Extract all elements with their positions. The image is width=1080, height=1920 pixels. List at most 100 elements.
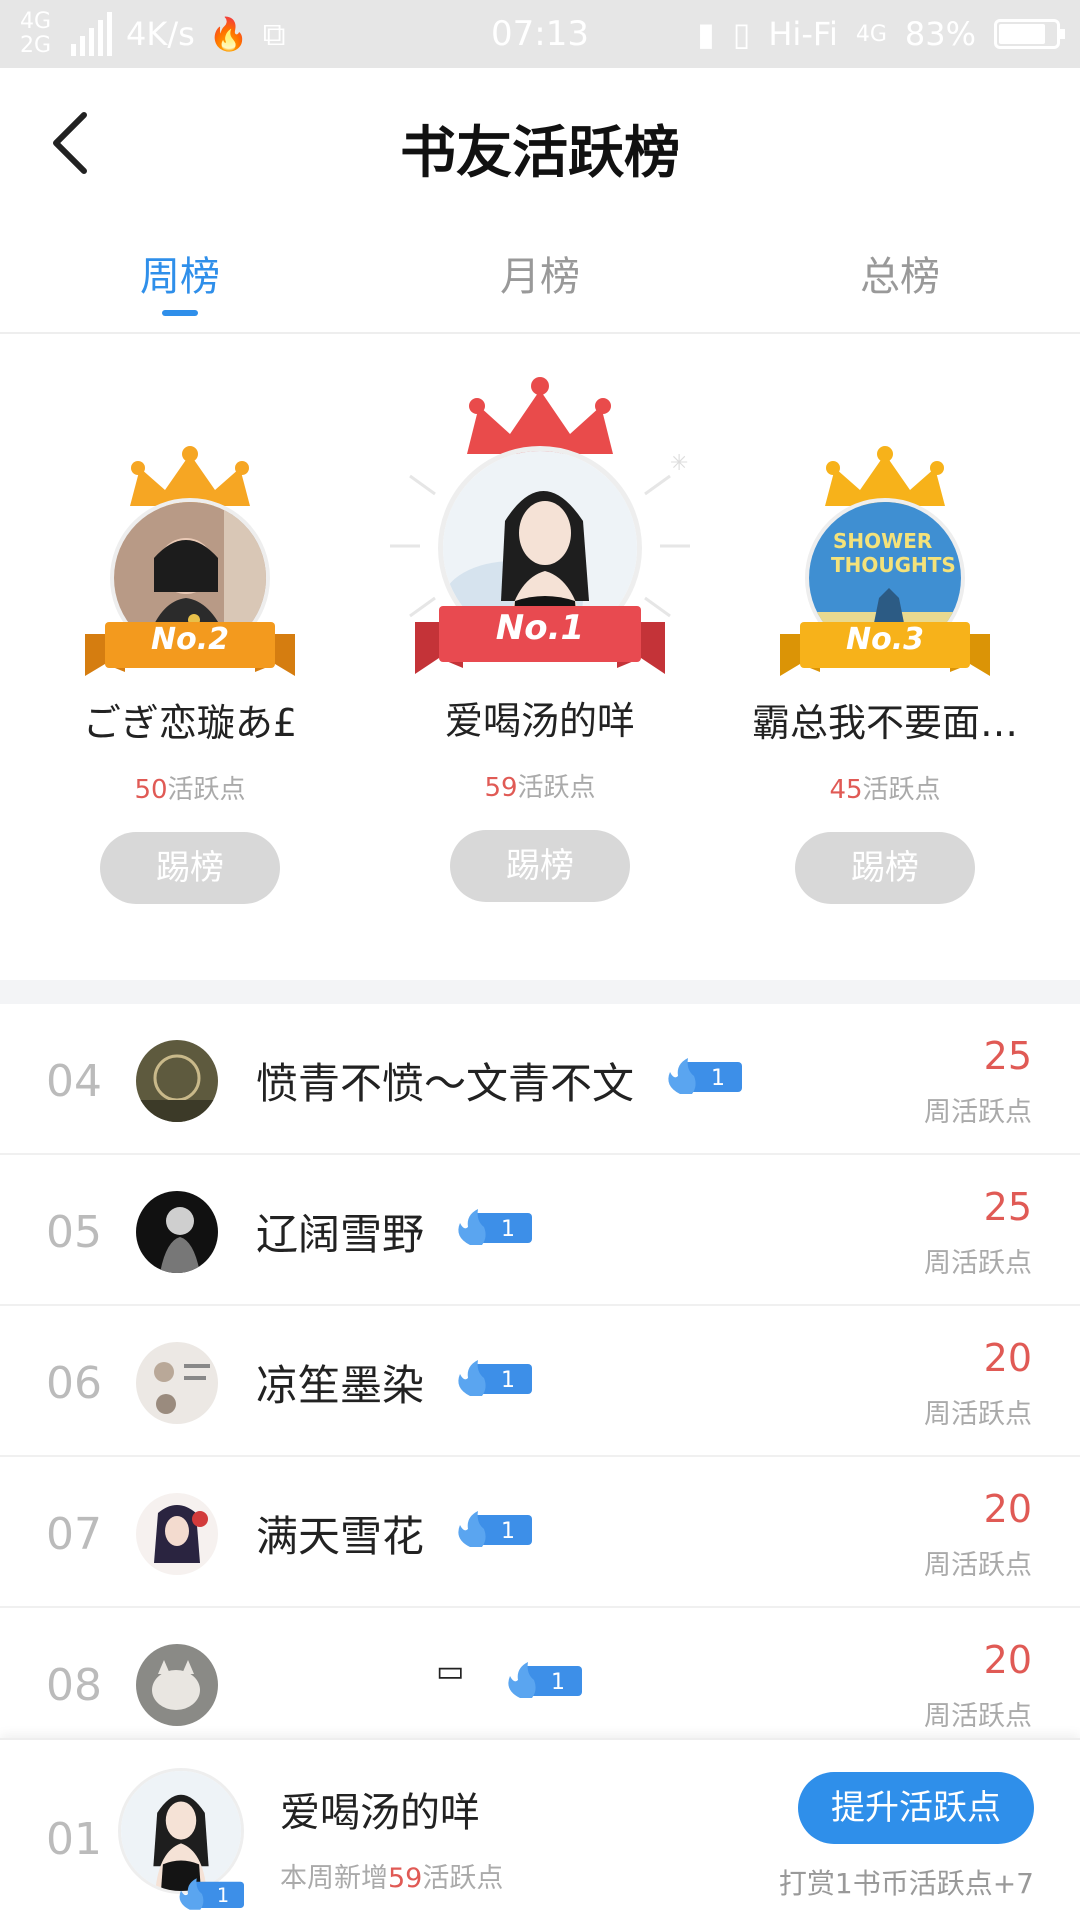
podium-name: ごぎ恋璇あ£ — [82, 701, 298, 745]
list-item[interactable]: 07 满天雪花 1 20 周活跃点 — [0, 1457, 1080, 1608]
charging-icon: ▮ — [697, 15, 715, 53]
list-item[interactable]: 05 辽阔雪野 1 25 周活跃点 — [0, 1155, 1080, 1306]
signal-icon — [71, 12, 113, 56]
avatar-frame: No.2 — [40, 446, 340, 686]
rank-label: No.1 — [495, 608, 585, 648]
network-type: 4G 2G — [20, 10, 51, 58]
svg-text:1: 1 — [501, 1217, 515, 1242]
list-item[interactable]: 08 ▭ 1 20 周活跃点 — [0, 1608, 1080, 1759]
fire-level-badge-icon: 1 — [508, 1662, 582, 1698]
user-name: 辽阔雪野 — [256, 1210, 425, 1259]
podium-name: 爱喝汤的咩 — [444, 699, 635, 743]
score-value: 25 — [983, 1185, 1032, 1229]
avatar[interactable] — [136, 1493, 218, 1575]
user-name: 愤青不愤～文青不文 — [256, 1059, 635, 1108]
svg-text:THOUGHTS: THOUGHTS — [831, 553, 956, 577]
flame-status-icon: 🔥 — [208, 15, 249, 53]
screen: 4G 2G 4K/s 🔥 ⧉ 07:13 ▮ ▯ Hi-Fi 4G 83% 书友… — [0, 0, 1080, 1920]
avatar-frame: SHOWER THOUGHTS No.3 — [720, 446, 1050, 686]
kick-button[interactable]: 踢榜 — [450, 830, 630, 902]
svg-text:1: 1 — [501, 1368, 515, 1393]
avatar[interactable] — [136, 1191, 218, 1273]
score-unit: 活跃点 — [517, 773, 596, 803]
score-unit: 活跃点 — [862, 775, 941, 805]
tab-monthly[interactable]: 月榜 — [360, 218, 720, 332]
score-unit: 周活跃点 — [924, 1550, 1032, 1581]
user-name: ▭ — [436, 1654, 465, 1689]
ranking-list: 04 愤青不愤～文青不文 1 25 周活跃点 05 辽阔雪野 1 25 周活跃点… — [0, 1004, 1080, 1759]
avatar-image — [136, 1191, 218, 1273]
fire-level-badge-icon: 1 — [458, 1360, 532, 1396]
user-name: 满天雪花 — [256, 1512, 425, 1561]
score-value: 59 — [484, 773, 518, 803]
kick-button[interactable]: 踢榜 — [100, 832, 280, 904]
weekly-suffix: 活跃点 — [422, 1863, 504, 1894]
score-unit: 周活跃点 — [924, 1701, 1032, 1732]
net-speed: 4K/s — [126, 15, 195, 53]
svg-text:SHOWER: SHOWER — [833, 529, 932, 553]
tab-weekly[interactable]: 周榜 — [0, 218, 360, 332]
avatar-image — [136, 1342, 218, 1424]
fire-level-badge-icon: 1 — [668, 1058, 742, 1094]
avatar-image — [136, 1644, 218, 1726]
header: 书友活跃榜 — [0, 68, 1080, 218]
tab-indicator — [162, 310, 198, 316]
rank-number: 07 — [46, 1509, 102, 1560]
score-value: 20 — [983, 1336, 1032, 1380]
rank-number: 08 — [46, 1660, 102, 1711]
score-value: 50 — [134, 775, 168, 805]
rank-number: 04 — [46, 1056, 102, 1107]
rank-label: No.3 — [846, 622, 924, 657]
svg-text:1: 1 — [711, 1066, 725, 1091]
tab-bar: 周榜 月榜 总榜 — [0, 218, 1080, 334]
my-rank-bar: 01 1 爱喝汤的咩 本周新增59活跃点 提升活跃点 打赏1书币活跃点+7 — [0, 1738, 1080, 1920]
avatar-frame: ✳ No.1 — [380, 376, 700, 686]
score-value: 25 — [983, 1034, 1032, 1078]
svg-text:1: 1 — [551, 1670, 565, 1695]
hifi-label: Hi-Fi — [768, 15, 838, 53]
avatar[interactable] — [136, 1644, 218, 1726]
tab-label: 月榜 — [500, 254, 580, 300]
my-name: 爱喝汤的咩 — [280, 1790, 480, 1836]
avatar-image — [121, 1771, 241, 1891]
tab-label: 周榜 — [140, 254, 220, 300]
tab-total[interactable]: 总榜 — [720, 218, 1080, 332]
fire-level-badge-icon: 1 — [458, 1209, 532, 1245]
podium: No.2 ごぎ恋璇あ£ 50活跃点 踢榜 ✳ No.1 爱喝汤的咩 59活跃点 … — [0, 336, 1080, 980]
avatar-image — [136, 1493, 218, 1575]
score-value: 45 — [829, 775, 863, 805]
status-bar: 4G 2G 4K/s 🔥 ⧉ 07:13 ▮ ▯ Hi-Fi 4G 83% — [0, 0, 1080, 68]
list-item[interactable]: 04 愤青不愤～文青不文 1 25 周活跃点 — [0, 1004, 1080, 1155]
podium-score: 59活跃点 — [380, 767, 700, 804]
kick-button[interactable]: 踢榜 — [795, 832, 975, 904]
podium-score: 45活跃点 — [720, 769, 1050, 806]
score-unit: 周活跃点 — [924, 1399, 1032, 1430]
battery-fill — [999, 24, 1046, 44]
battery-percent: 83% — [904, 15, 976, 53]
score-unit: 周活跃点 — [924, 1248, 1032, 1279]
page-title: 书友活跃榜 — [400, 120, 680, 186]
svg-text:✳: ✳ — [670, 451, 688, 476]
list-item[interactable]: 06 凉笙墨染 1 20 周活跃点 — [0, 1306, 1080, 1457]
avatar-image — [136, 1040, 218, 1122]
network-bottom: 2G — [20, 33, 52, 58]
podium-second: No.2 ごぎ恋璇あ£ 50活跃点 踢榜 — [40, 446, 340, 904]
screenshot-status-icon: ⧉ — [262, 14, 286, 53]
avatar[interactable] — [136, 1040, 218, 1122]
network-top: 4G — [20, 9, 52, 34]
fire-level-badge-icon: 1 — [458, 1511, 532, 1547]
vibrate-icon: ▯ — [732, 15, 751, 53]
network-right: 4G — [855, 21, 887, 47]
user-name: 凉笙墨染 — [256, 1361, 425, 1410]
avatar[interactable] — [136, 1342, 218, 1424]
svg-text:1: 1 — [217, 1884, 229, 1907]
podium-score: 50活跃点 — [40, 769, 340, 806]
fire-level-badge-icon: 1 — [179, 1878, 244, 1910]
my-rank-number: 01 — [46, 1814, 102, 1865]
boost-activity-button[interactable]: 提升活跃点 — [798, 1772, 1034, 1844]
score-unit: 周活跃点 — [924, 1097, 1032, 1128]
score-value: 20 — [983, 1638, 1032, 1682]
rank-label: No.2 — [151, 622, 229, 657]
status-left: 4G 2G 4K/s 🔥 ⧉ — [20, 10, 286, 58]
podium-first: ✳ No.1 爱喝汤的咩 59活跃点 踢榜 — [380, 376, 700, 902]
